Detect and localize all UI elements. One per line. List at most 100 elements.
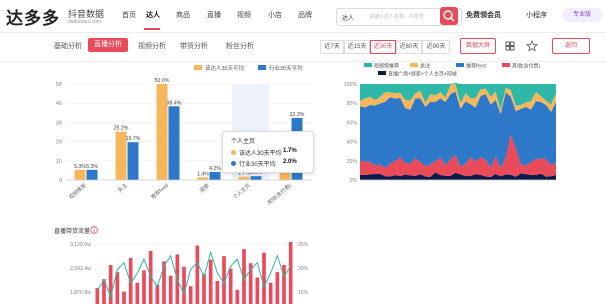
bar — [188, 286, 193, 304]
nav-home[interactable]: 首页 — [122, 10, 136, 20]
y-tick-label: 0 — [59, 178, 62, 184]
bar — [135, 282, 140, 304]
y-left-tick: 1,876.8w — [70, 290, 91, 296]
range-7d[interactable]: 近7天 — [320, 40, 344, 54]
bar — [95, 288, 100, 304]
y-tick-label: 40 — [56, 101, 62, 107]
nav-influencers[interactable]: 达人 — [146, 10, 160, 20]
x-tick-label: 视频推荐 — [67, 181, 88, 200]
tab-video[interactable]: 视频分析 — [138, 41, 166, 51]
big-screen-button[interactable]: 数据大屏 — [460, 38, 496, 54]
legend-label: 行业30天平均 — [269, 64, 303, 72]
bar — [262, 252, 266, 304]
bar — [168, 275, 173, 304]
star-icon[interactable] — [525, 39, 539, 52]
tooltip-row-1-value: 1.7% — [283, 148, 297, 154]
range-30d[interactable]: 近30天 — [370, 40, 396, 54]
range-90d[interactable]: 近90天 — [422, 40, 450, 54]
bar — [122, 291, 126, 304]
bar — [250, 176, 262, 180]
bar — [168, 106, 180, 180]
tab-fans[interactable]: 粉丝分析 — [226, 41, 254, 51]
bar — [142, 270, 146, 304]
range-15d[interactable]: 近15天 — [344, 40, 370, 54]
y-tick-label: 40% — [347, 140, 358, 146]
logo[interactable]: 达多多 抖音数据 daduoduo.com — [6, 4, 104, 29]
chart-tooltip: 个人主页 该达人30天平均 1.7% 行业30天平均 2.0% — [222, 131, 314, 173]
bar — [74, 169, 86, 180]
tab-basic[interactable]: 基础分析 — [54, 41, 82, 51]
bar — [238, 176, 250, 180]
data-label: 38.4% — [167, 100, 182, 106]
bar — [197, 177, 209, 180]
top-bar: 达多多 抖音数据 daduoduo.com 首页 达人 商品 直播 视频 小店 … — [0, 0, 606, 33]
x-tick-label: 关注 — [116, 181, 129, 194]
ratio-line — [96, 250, 292, 299]
y-tick-label: 100% — [344, 82, 358, 88]
x-tick-label: 搜索 — [198, 181, 211, 194]
legend-swatch — [378, 71, 386, 75]
bar — [127, 142, 139, 180]
return-button[interactable]: 返回 — [552, 38, 590, 54]
search-button[interactable] — [440, 7, 458, 25]
data-label: 5.3% — [74, 164, 86, 170]
y-tick-label: 20 — [56, 140, 62, 146]
bar — [228, 268, 233, 304]
info-icon[interactable] — [90, 226, 98, 234]
mini-program-link[interactable]: 小程序 — [526, 10, 547, 20]
y-right-tick: 20% — [298, 266, 309, 272]
search-icon — [443, 10, 455, 22]
data-label: 32.3% — [290, 112, 305, 118]
bar — [275, 272, 280, 304]
legend-dot-orange — [231, 150, 236, 155]
legend-swatch — [456, 63, 464, 67]
y-tick-label: 20% — [347, 159, 358, 165]
y-right-tick: 25% — [298, 242, 309, 248]
x-tick-label: 其他(含付费) — [265, 181, 293, 206]
y-tick-label: 80% — [347, 101, 358, 107]
y-tick-label: 60% — [347, 120, 358, 126]
bar — [195, 245, 200, 304]
tooltip-row-2-name: 行业30天平均 — [239, 162, 276, 168]
legend-swatch — [502, 63, 510, 67]
bar — [215, 280, 220, 304]
data-label: 25.2% — [114, 126, 129, 132]
tab-sales[interactable]: 带货分析 — [180, 41, 208, 51]
nav-products[interactable]: 商品 — [176, 10, 190, 20]
logo-url: daduoduo.com — [68, 19, 102, 25]
y-tick-label: 30 — [56, 120, 62, 126]
y-tick-label: 50 — [56, 82, 62, 88]
free-vip-link[interactable]: 免费领会员 — [466, 10, 501, 20]
bar — [208, 259, 213, 304]
y-left-tick: 3,129.0w — [70, 242, 91, 248]
range-60d[interactable]: 近60天 — [396, 40, 422, 54]
nav-video[interactable]: 视频 — [237, 10, 251, 20]
bar — [268, 282, 273, 304]
bar — [255, 277, 260, 304]
data-label: 50.0% — [155, 78, 170, 84]
x-tick-label: 推荐feed — [149, 181, 170, 200]
tab-live[interactable]: 直播分析 — [88, 38, 128, 52]
y-tick-label: 0% — [350, 178, 358, 184]
nav-shop[interactable]: 小店 — [268, 10, 282, 20]
data-label: 19.7% — [126, 136, 141, 142]
y-right-tick: 15% — [298, 290, 309, 296]
search-input[interactable]: 请输入达人名称、抖音号 — [369, 13, 424, 20]
live-traffic-combo-chart: 3,129.0w 2,502.4w 1,876.8w 25% 20% 15% — [70, 242, 309, 304]
tooltip-row-1-name: 该达人30天平均 — [239, 151, 282, 157]
legend-swatch — [364, 63, 372, 67]
grid-icon[interactable] — [504, 39, 516, 51]
bar — [148, 250, 153, 304]
data-label: 5.3% — [86, 164, 98, 170]
nav-brand[interactable]: 品牌 — [298, 10, 312, 20]
bar — [202, 273, 206, 304]
pro-version-badge[interactable]: 专业版 — [562, 8, 602, 22]
legend-label: 该达人30天平均 — [205, 64, 245, 72]
nav-live[interactable]: 直播 — [207, 10, 221, 20]
search-type-select[interactable]: 达人 — [342, 13, 354, 22]
legend-label: 直播广场+搜索+个人主页+同城 — [388, 71, 457, 78]
data-label: 1.4% — [197, 171, 209, 177]
bar — [86, 169, 98, 180]
tooltip-row-2-value: 2.0% — [283, 159, 297, 165]
y-tick-label: 10 — [56, 159, 62, 165]
